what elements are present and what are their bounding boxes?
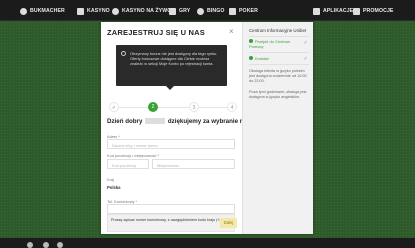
facebook-icon[interactable] bbox=[43, 242, 49, 248]
nav-label: PROMOCJE bbox=[363, 8, 394, 14]
divider bbox=[249, 36, 309, 37]
help-center-link[interactable]: Przejdź do Centrum Pomocy bbox=[249, 39, 297, 49]
nav-aplikacje[interactable]: APLIKACJE bbox=[313, 6, 353, 16]
step-3: 3 bbox=[189, 102, 199, 112]
nav-promocje[interactable]: PROMOCJE bbox=[353, 6, 394, 16]
bingo-icon bbox=[197, 7, 204, 15]
nav-bukmacher[interactable]: BUKMACHER bbox=[20, 6, 65, 16]
country-label: Kraj bbox=[107, 177, 114, 182]
greeting-pre: Dzień dobry bbox=[107, 118, 143, 125]
ball-icon bbox=[20, 7, 27, 15]
nav-kasyno[interactable]: KASYNO bbox=[77, 6, 110, 16]
phone-icon bbox=[313, 7, 320, 15]
postcode-label: Kod pocztowy i miejscowość * bbox=[107, 153, 159, 158]
contact-link[interactable]: Kontakt bbox=[249, 56, 269, 61]
live-icon bbox=[112, 7, 119, 15]
step-1: ✓ bbox=[109, 102, 119, 112]
cards-icon bbox=[77, 7, 84, 15]
phone-input[interactable] bbox=[107, 204, 235, 214]
help-icon bbox=[249, 39, 253, 43]
twitter-icon[interactable] bbox=[27, 242, 33, 248]
sidebar-title: Centrum Informacyjne Unibet bbox=[249, 28, 307, 33]
nav-label: APLIKACJE bbox=[323, 8, 354, 14]
close-icon[interactable]: × bbox=[229, 27, 234, 36]
support-offhours-text: Poza tymi godzinami, obsługa jest dostęp… bbox=[249, 90, 307, 99]
city-input[interactable]: Miejscowość bbox=[152, 159, 235, 169]
tooltip-text: Otrzymany bonus nie jest dostępny dla te… bbox=[130, 51, 218, 67]
divider bbox=[249, 52, 309, 53]
nav-poker[interactable]: POKER bbox=[229, 6, 258, 16]
postcode-input[interactable]: Kod pocztowy bbox=[107, 159, 149, 169]
step-4: 4 bbox=[227, 102, 237, 112]
poker-icon bbox=[229, 7, 236, 15]
bonus-tooltip: Otrzymany bonus nie jest dostępny dla te… bbox=[116, 45, 227, 90]
support-hours-text: Obsługa klienta w języku polskim jest do… bbox=[249, 69, 307, 83]
help-center-label: Przejdź do Centrum Pomocy bbox=[249, 39, 291, 49]
step-2: 2 bbox=[148, 102, 158, 112]
form-title: ZAREJESTRUJ SIĘ U NAS bbox=[107, 28, 205, 37]
progress-line bbox=[115, 107, 231, 108]
info-icon bbox=[121, 51, 126, 56]
nav-label: GRY bbox=[179, 8, 191, 14]
registration-form: ZAREJESTRUJ SIĘ U NAS × Otrzymany bonus … bbox=[101, 22, 250, 234]
greeting-post: dziękujemy za wybranie nas bbox=[167, 118, 251, 125]
redacted-name bbox=[145, 118, 166, 124]
rss-icon[interactable] bbox=[57, 242, 63, 248]
nav-label: POKER bbox=[239, 8, 258, 14]
top-navigation: BUKMACHER KASYNO KASYNO NA ŻYWO GRY BING… bbox=[0, 0, 415, 21]
contact-icon bbox=[249, 56, 253, 60]
nav-label: BINGO bbox=[207, 8, 225, 14]
external-link-icon: ↗ bbox=[303, 40, 307, 45]
greeting: Dzień dobry dziękujemy za wybranie nas bbox=[107, 118, 250, 125]
registration-modal: ZAREJESTRUJ SIĘ U NAS × Otrzymany bonus … bbox=[101, 22, 313, 234]
info-sidebar: Centrum Informacyjne Unibet Przejdź do C… bbox=[242, 22, 313, 234]
external-link-icon: ↗ bbox=[303, 56, 307, 61]
nav-label: KASYNO bbox=[87, 8, 110, 14]
divider bbox=[249, 64, 309, 65]
nav-label: BUKMACHER bbox=[30, 8, 65, 14]
nav-kasyno-na-zywo[interactable]: KASYNO NA ŻYWO bbox=[112, 6, 171, 16]
next-button[interactable]: Dalej bbox=[220, 218, 237, 228]
controller-icon bbox=[169, 7, 176, 15]
nav-label: KASYNO NA ŻYWO bbox=[122, 8, 172, 14]
contact-label: Kontakt bbox=[255, 56, 269, 61]
nav-gry[interactable]: GRY bbox=[169, 6, 190, 16]
address-input[interactable]: Nazwa ulicy i numer domu bbox=[107, 139, 235, 149]
country-value: Polska bbox=[107, 185, 121, 190]
gift-icon bbox=[353, 7, 360, 15]
nav-bingo[interactable]: BINGO bbox=[197, 6, 225, 16]
phone-hint: Proszę wpisać numer komórkowy, z uwzględ… bbox=[107, 214, 235, 232]
